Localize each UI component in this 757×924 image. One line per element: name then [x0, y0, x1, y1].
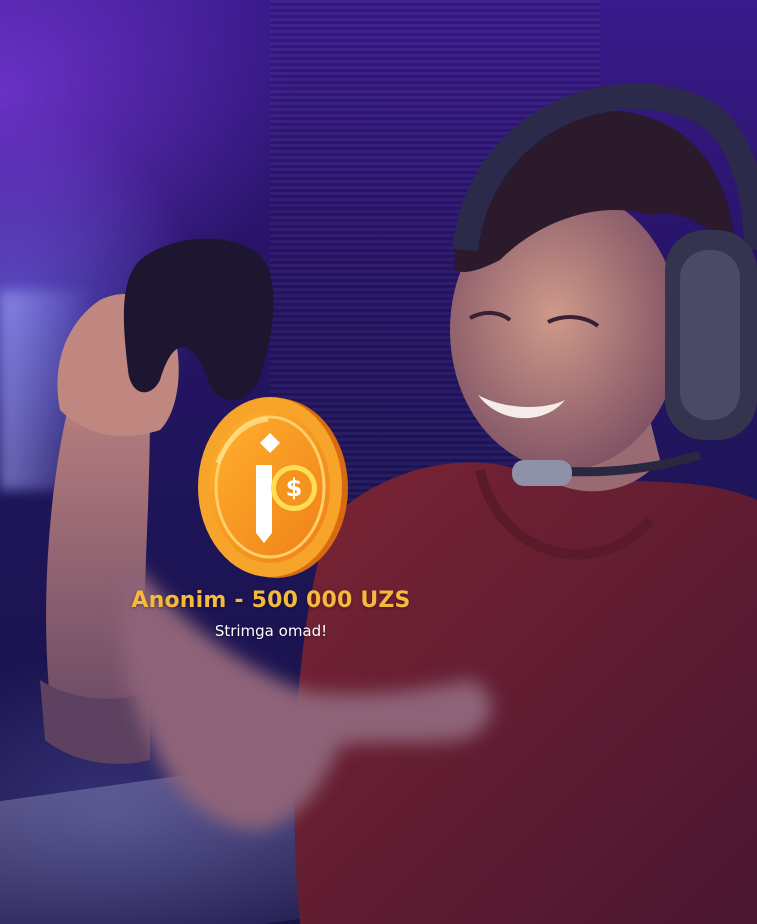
donor-amount-text: Anonim - 500 000 UZS — [131, 588, 411, 613]
game-controller — [123, 238, 274, 401]
gamer-illustration — [40, 83, 757, 924]
donation-alert-overlay: $ Anonim - 500 000 UZS Strimga omad! — [0, 0, 757, 924]
donation-message-text: Strimga omad! — [214, 622, 328, 640]
svg-text:$: $ — [286, 474, 303, 502]
coin-stem — [256, 465, 272, 543]
dollar-coin-logo: $ — [198, 397, 348, 578]
shirt — [294, 462, 757, 924]
